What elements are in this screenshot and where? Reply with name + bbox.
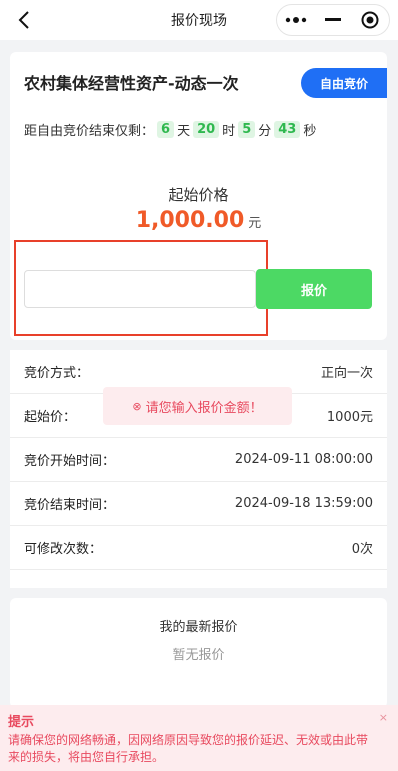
countdown-hours: 20 — [193, 120, 220, 138]
info-label: 竞价方式： — [24, 366, 90, 381]
back-arrow-icon[interactable] — [12, 8, 36, 32]
countdown-seconds-unit: 秒 — [303, 123, 317, 139]
countdown-days: 6 — [157, 120, 175, 138]
network-notice: 提示 请确保您的网络畅通，因网络原因导致您的报价延迟、无效或由此带来的损失，将由… — [0, 705, 398, 771]
mini-program-capsule — [276, 4, 390, 36]
info-value: 2024-09-11 08:00:00 — [234, 452, 373, 467]
latest-bid-empty: 暂无报价 — [172, 648, 225, 663]
countdown: 距自由竞价结束仅剩： 6 天 20 时 5 分 43 秒 — [24, 118, 316, 140]
countdown-days-unit: 天 — [177, 123, 191, 139]
countdown-prefix: 距自由竞价结束仅剩： — [24, 123, 155, 139]
minimize-icon[interactable] — [314, 5, 351, 35]
navigation-bar: 报价现场 — [0, 0, 398, 40]
info-row-edit-count: 可修改次数： 0次 — [10, 526, 387, 570]
asset-title: 农村集体经营性资产-动态一次 — [24, 74, 239, 93]
info-value: 2024-09-18 13:59:00 — [234, 496, 373, 511]
countdown-minutes: 5 — [238, 120, 256, 138]
info-row-start-time: 竞价开始时间： 2024-09-11 08:00:00 — [10, 438, 387, 482]
submit-bid-button[interactable]: 报价 — [256, 269, 372, 309]
info-label: 可修改次数： — [24, 542, 103, 557]
info-value: 1000元 — [326, 410, 373, 425]
free-bid-button[interactable]: 自由竞价 — [301, 68, 387, 98]
countdown-minutes-unit: 分 — [258, 123, 272, 139]
info-row-end-time: 竞价结束时间： 2024-09-18 13:59:00 — [10, 482, 387, 526]
start-price-label: 起始价格 — [168, 186, 229, 204]
latest-bid-card: 我的最新报价 暂无报价 — [10, 598, 387, 708]
countdown-seconds: 43 — [274, 120, 301, 138]
close-icon[interactable]: × — [379, 711, 388, 724]
target-circle-icon[interactable] — [352, 5, 389, 35]
start-price: 1,000.00 元 — [10, 208, 387, 233]
notice-title: 提示 — [8, 715, 35, 730]
more-dots-icon[interactable] — [277, 5, 314, 35]
start-price-unit: 元 — [248, 216, 262, 231]
latest-bid-title: 我的最新报价 — [159, 620, 238, 635]
info-label: 竞价开始时间： — [24, 454, 116, 469]
error-toast: ⊗ 请您输入报价金额！ — [103, 387, 292, 425]
start-price-amount: 1,000.00 — [135, 208, 245, 233]
countdown-hours-unit: 时 — [222, 123, 236, 139]
bid-amount-input[interactable] — [24, 270, 256, 308]
info-label: 竞价结束时间： — [24, 498, 116, 513]
notice-text: 请确保您的网络畅通，因网络原因导致您的报价延迟、无效或由此带来的损失，将由您自行… — [8, 733, 369, 764]
auction-info-card: 竞价方式： 正向一次 起始价： 1000元 竞价开始时间： 2024-09-11… — [10, 350, 387, 588]
toast-message: 请您输入报价金额！ — [145, 400, 263, 416]
error-circle-icon: ⊗ — [132, 399, 142, 413]
info-value: 正向一次 — [320, 366, 373, 381]
info-value: 0次 — [351, 542, 373, 557]
info-label: 起始价： — [24, 410, 77, 425]
page-title: 报价现场 — [171, 13, 227, 29]
